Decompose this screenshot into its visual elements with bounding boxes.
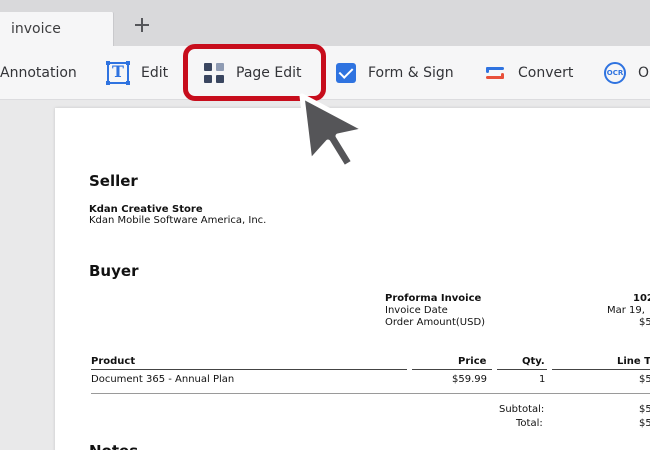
ocr-label: O [638, 65, 650, 81]
header-rule [412, 369, 492, 370]
annotation-label: Annotation [0, 65, 77, 81]
tab-label: invoice [11, 21, 61, 37]
pointer-arrow-icon [299, 93, 369, 171]
row-rule [91, 393, 650, 394]
notes-heading: Notes [89, 442, 138, 450]
invoice-date-label: Invoice Date [385, 305, 448, 316]
row-qty: 1 [539, 374, 546, 385]
row-line-total: $5 [639, 374, 650, 385]
seller-heading: Seller [89, 172, 138, 190]
col-price: Price [458, 356, 487, 367]
ocr-button[interactable]: OCR O [604, 46, 649, 100]
buyer-heading: Buyer [89, 262, 139, 280]
row-price: $59.99 [452, 374, 487, 385]
subtotal-value: $5 [639, 404, 650, 415]
edit-label: Edit [141, 65, 169, 81]
text-edit-icon [106, 61, 130, 85]
tab-bar: invoice [0, 0, 650, 46]
checkbox-icon [336, 63, 356, 83]
proforma-value: 102 [633, 293, 650, 304]
invoice-date-value: Mar 19, [607, 305, 645, 316]
convert-label: Convert [518, 65, 574, 81]
plus-icon[interactable] [134, 16, 152, 34]
total-label: Total: [516, 418, 543, 429]
convert-button[interactable]: Convert [484, 46, 573, 100]
tab-invoice[interactable]: invoice [0, 12, 114, 46]
col-qty: Qty. [522, 356, 545, 367]
left-gutter [0, 101, 55, 450]
annotation-button[interactable]: Annotation [0, 46, 77, 100]
row-product: Document 365 - Annual Plan [91, 374, 235, 385]
convert-arrows-icon [484, 63, 506, 83]
ocr-icon: OCR [604, 62, 626, 84]
total-value: $5 [639, 418, 650, 429]
header-rule [552, 369, 650, 370]
edit-button[interactable]: Edit [106, 46, 169, 100]
form-sign-label: Form & Sign [368, 65, 454, 81]
subtotal-label: Subtotal: [499, 404, 545, 415]
col-product: Product [91, 356, 136, 367]
seller-company: Kdan Mobile Software America, Inc. [89, 215, 267, 226]
col-line-total: Line T [617, 356, 650, 367]
proforma-label: Proforma Invoice [385, 293, 482, 304]
order-amount-value: $5 [639, 317, 650, 328]
order-amount-label: Order Amount(USD) [385, 317, 486, 328]
header-rule [91, 369, 407, 370]
header-rule [497, 369, 547, 370]
